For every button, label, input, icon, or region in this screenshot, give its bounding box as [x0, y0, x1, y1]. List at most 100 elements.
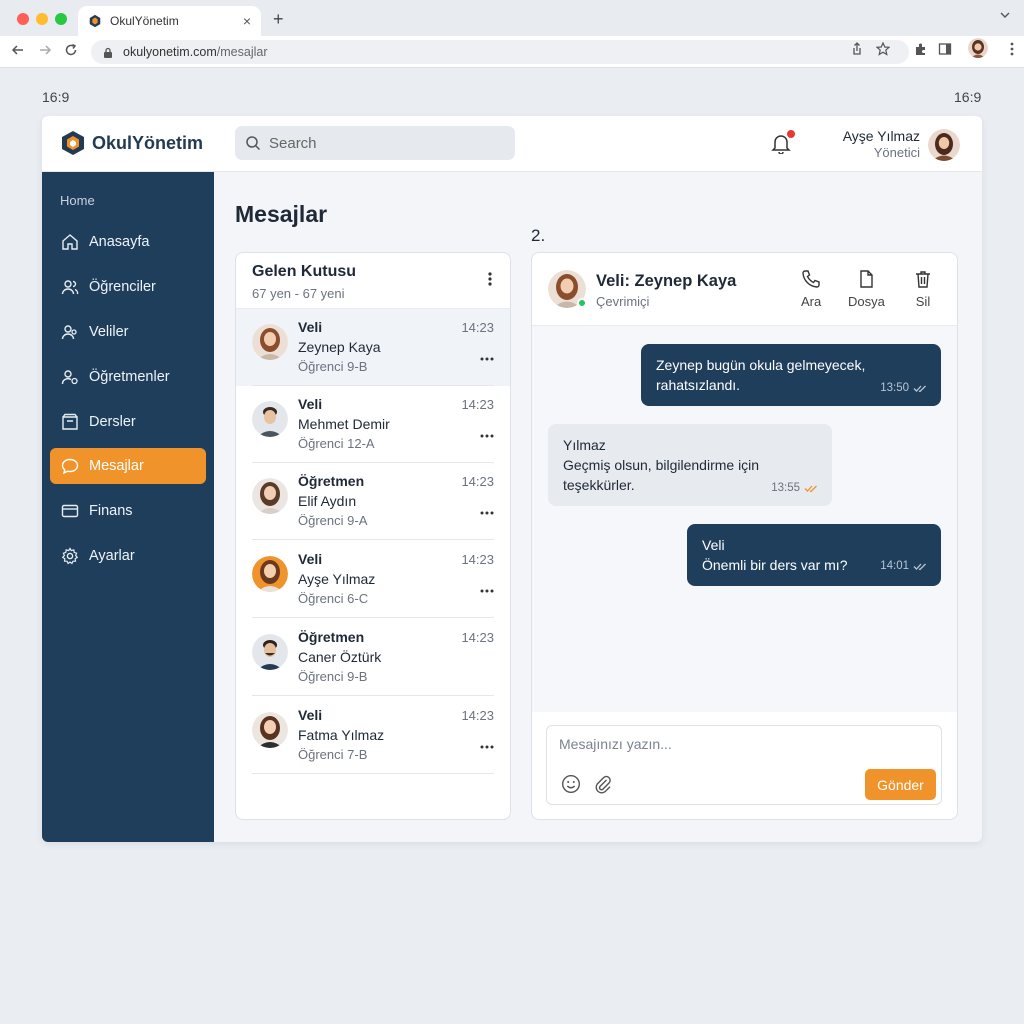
conversation-item[interactable]: Öğretmen Elif Aydın Öğrenci 9-A 14:23	[236, 463, 510, 540]
emoji-icon[interactable]	[561, 774, 581, 794]
conversation-time: 14:23	[461, 708, 494, 723]
sidebar-item-anasayfa[interactable]: Anasayfa	[50, 224, 206, 260]
sidebar-item-label: Anasayfa	[89, 234, 150, 250]
favicon-icon	[89, 14, 101, 28]
online-indicator	[577, 298, 587, 308]
inbox-panel: Gelen Kutusu 67 yen - 67 yeni Veli Zeyne…	[235, 252, 511, 820]
app-logo[interactable]: OkulYönetim	[60, 130, 203, 156]
user-menu[interactable]: Ayşe Yılmaz Yönetici	[843, 127, 960, 162]
message-text: Zeynep bugün okula gelmeyecek,	[656, 357, 866, 373]
conversation-item[interactable]: Veli Zeynep Kaya Öğrenci 9-B 14:23	[236, 309, 510, 386]
back-icon[interactable]	[11, 43, 25, 57]
browser-profile-avatar[interactable]	[968, 38, 988, 58]
message-text: Geçmiş olsun, bilgilendirme için	[563, 457, 760, 473]
conversation-name: Mehmet Demir	[298, 416, 390, 432]
tab-close-icon[interactable]: ×	[243, 13, 251, 29]
user-role: Yönetici	[873, 145, 920, 161]
bookmark-star-icon[interactable]	[876, 42, 890, 56]
avatar	[252, 401, 288, 437]
sidebar-item-mesajlar[interactable]: Mesajlar	[50, 448, 206, 484]
search-input[interactable]	[269, 134, 489, 152]
user-name: Ayşe Yılmaz	[842, 128, 920, 144]
trash-icon	[916, 271, 930, 288]
message-meta: 14:01	[880, 556, 927, 576]
kebab-menu-icon[interactable]	[488, 271, 492, 287]
notifications-button[interactable]	[770, 130, 795, 159]
delete-button[interactable]: Sil	[913, 269, 933, 309]
divider	[252, 695, 494, 696]
message-input[interactable]	[559, 736, 919, 752]
inbox-subtitle: 67 yen - 67 yeni	[252, 286, 345, 301]
message-composer: Gönder	[546, 725, 942, 805]
message-sender: Veli	[702, 537, 725, 553]
call-label: Ara	[801, 294, 822, 309]
file-button[interactable]: Dosya	[848, 269, 885, 309]
sidebar-item-finans[interactable]: Finans	[50, 493, 206, 529]
conversation-class: Öğrenci 7-B	[298, 747, 368, 762]
reload-icon[interactable]	[64, 43, 78, 57]
sidepanel-icon[interactable]	[938, 42, 952, 56]
forward-icon[interactable]	[38, 43, 52, 57]
paperclip-icon[interactable]	[593, 774, 613, 794]
courses-icon	[62, 413, 78, 430]
conversation-name: Ayşe Yılmaz	[298, 571, 376, 587]
logo-icon	[62, 131, 84, 155]
sidebar-item-veliler[interactable]: Veliler	[50, 314, 206, 350]
conversation-item[interactable]: Veli Ayşe Yılmaz Öğrenci 6-C 14:23	[236, 541, 510, 618]
user-avatar[interactable]	[928, 128, 960, 161]
more-options-icon[interactable]	[480, 589, 494, 593]
sidebar-item-ayarlar[interactable]: Ayarlar	[50, 538, 206, 574]
browser-toolbar: okulyonetim.com/mesajlar	[0, 36, 1024, 68]
tab-bar: OkulYönetim × +	[0, 0, 1024, 36]
new-tab-button[interactable]: +	[273, 9, 284, 30]
browser-menu-icon[interactable]	[1010, 42, 1014, 56]
url-path: /mesajlar	[216, 45, 268, 59]
conversation-class: Öğrenci 12-A	[298, 436, 375, 451]
extensions-icon[interactable]	[914, 42, 928, 56]
more-options-icon[interactable]	[480, 434, 494, 438]
divider	[252, 773, 494, 774]
minimize-window-button[interactable]	[36, 13, 48, 25]
message-sender: Yılmaz	[563, 437, 606, 453]
chat-header: Veli: Zeynep Kaya Çevrimiçi Ara Dosya Si…	[532, 253, 957, 326]
sidebar-item-label: Öğretmenler	[89, 369, 170, 385]
conversation-item[interactable]: Öğretmen Caner Öztürk Öğrenci 9-B 14:23	[236, 619, 510, 696]
main-content: Mesajlar 2. Gelen Kutusu 67 yen - 67 yen…	[214, 172, 982, 842]
more-options-icon[interactable]	[480, 745, 494, 749]
search-box[interactable]	[235, 126, 515, 160]
step-label: 2.	[531, 226, 546, 245]
maximize-window-button[interactable]	[55, 13, 67, 25]
address-bar[interactable]: okulyonetim.com/mesajlar	[91, 40, 909, 64]
conversation-role: Veli	[298, 707, 323, 723]
sidebar-item-ogretmenler[interactable]: Öğretmenler	[50, 359, 206, 395]
send-button[interactable]: Gönder	[865, 769, 936, 800]
teachers-icon	[61, 370, 78, 385]
conversation-item[interactable]: Veli Mehmet Demir Öğrenci 12-A 14:23	[236, 386, 510, 463]
more-options-icon[interactable]	[480, 357, 494, 361]
conversation-role: Veli	[298, 396, 323, 412]
conversation-name: Caner Öztürk	[298, 649, 382, 665]
avatar	[252, 324, 288, 360]
message-bubble-incoming: Yılmaz Geçmiş olsun, bilgilendirme için …	[548, 424, 832, 506]
inbox-header: Gelen Kutusu 67 yen - 67 yeni	[236, 253, 510, 309]
share-icon[interactable]	[850, 42, 864, 56]
browser-tab[interactable]: OkulYönetim ×	[78, 6, 261, 36]
more-options-icon[interactable]	[480, 511, 494, 515]
double-check-icon	[804, 485, 817, 492]
message-time: 13:50	[880, 382, 909, 394]
logo-text: OkulYönetim	[92, 132, 204, 153]
ratio-label-right: 16:9	[954, 89, 982, 105]
sidebar-item-ogrenciler[interactable]: Öğrenciler	[50, 269, 206, 305]
sidebar-item-label: Veliler	[89, 324, 129, 340]
call-button[interactable]: Ara	[801, 269, 821, 309]
tab-list-chevron-icon[interactable]	[1000, 10, 1010, 20]
phone-icon	[802, 270, 820, 288]
conversation-name: Elif Aydın	[298, 493, 357, 509]
sidebar-item-dersler[interactable]: Dersler	[50, 404, 206, 440]
close-window-button[interactable]	[17, 13, 29, 25]
chat-title: Veli: Zeynep Kaya	[596, 272, 737, 290]
conversation-item[interactable]: Veli Fatma Yılmaz Öğrenci 7-B 14:23	[236, 697, 510, 774]
double-check-icon	[913, 563, 926, 570]
ratio-label-left: 16:9	[42, 89, 70, 105]
sidebar: Home Anasayfa Öğrenciler Veliler Öğretme…	[42, 172, 214, 842]
